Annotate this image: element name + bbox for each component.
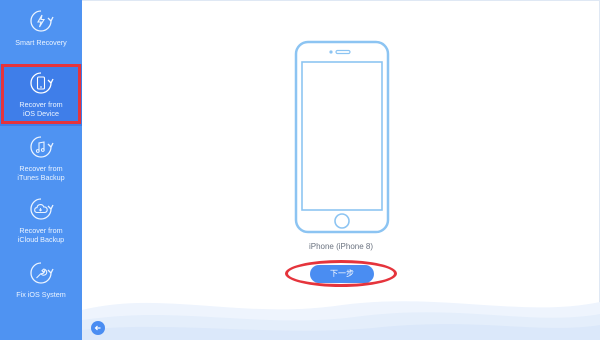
lightning-refresh-icon <box>30 10 54 32</box>
sidebar-item-label: Recover from iTunes Backup <box>17 164 65 182</box>
wave-decoration <box>82 301 600 340</box>
sidebar-item-label: Recover from iCloud Backup <box>17 226 65 244</box>
sidebar-item-fix-ios-system[interactable]: Fix iOS System <box>0 254 82 316</box>
music-note-refresh-icon <box>30 136 54 158</box>
main-panel: iPhone (iPhone 8) 下一步 <box>82 0 600 340</box>
wrench-icon <box>30 262 54 284</box>
device-name: iPhone (iPhone 8) <box>308 242 374 251</box>
back-button[interactable] <box>91 321 105 335</box>
phone-refresh-icon <box>30 72 54 94</box>
sidebar-item-recover-itunes-backup[interactable]: Recover from iTunes Backup <box>0 128 82 190</box>
sidebar-item-label: Smart Recovery <box>15 38 67 47</box>
iphone-illustration <box>294 40 390 234</box>
cloud-refresh-icon <box>30 198 54 220</box>
sidebar: Smart Recovery Recover from iOS Device R… <box>0 0 82 340</box>
sidebar-item-recover-ios-device[interactable]: Recover from iOS Device <box>0 64 82 126</box>
sidebar-item-label: Fix iOS System <box>16 290 66 299</box>
sidebar-item-recover-icloud-backup[interactable]: Recover from iCloud Backup <box>0 190 82 252</box>
sidebar-item-smart-recovery[interactable]: Smart Recovery <box>0 2 82 64</box>
arrow-left-icon <box>94 325 101 331</box>
sidebar-item-label: Recover from iOS Device <box>19 100 63 118</box>
